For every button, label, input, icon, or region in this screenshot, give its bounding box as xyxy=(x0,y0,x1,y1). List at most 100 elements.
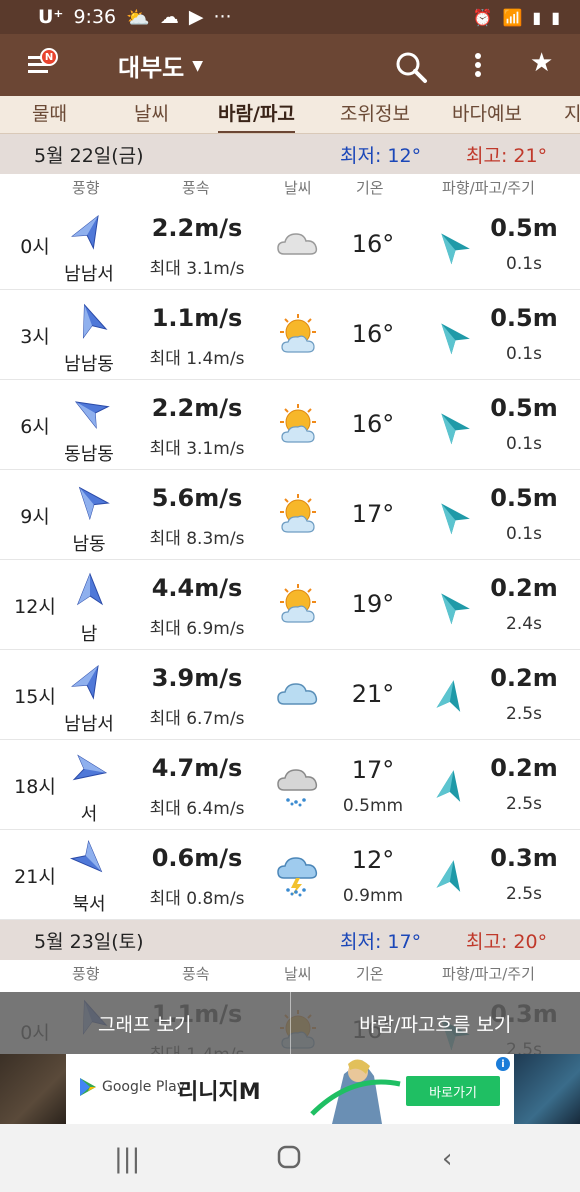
forecast-row[interactable]: 21시 북서 0.6m/s 최대 0.8m/s 12° 0.9mm 0.3m 2.5s xyxy=(0,830,580,920)
temperature: 19° xyxy=(351,590,395,618)
day-date: 5월 22일(금) xyxy=(34,144,144,167)
col-weather: 날씨 xyxy=(284,179,312,197)
wind-gust: 최대 1.4m/s xyxy=(149,349,245,369)
ad-cta-button[interactable]: 바로가기 xyxy=(406,1076,500,1106)
min-temp: 최저: 17° xyxy=(340,930,422,953)
wave-height: 0.2m xyxy=(490,664,558,692)
forecast-time: 12시 xyxy=(14,596,56,618)
forecast-time: 9시 xyxy=(20,506,50,528)
wind-wave-flow-button[interactable]: 바람/파고흐름 보기 xyxy=(291,992,580,1054)
wind-direction-label: 남남동 xyxy=(64,354,114,375)
forecast-row[interactable]: 0시 남남서 2.2m/s 최대 3.1m/s 16° 0.5m 0.1s xyxy=(0,200,580,290)
graph-view-button[interactable]: 그래프 보기 xyxy=(0,992,290,1054)
temperature: 21° xyxy=(351,680,395,708)
ad-info-icon[interactable]: i xyxy=(496,1057,510,1071)
min-temp: 최저: 12° xyxy=(340,144,422,167)
wind-direction-arrow-icon xyxy=(72,572,108,608)
game-character-image xyxy=(310,1059,401,1124)
temperature: 17° xyxy=(351,500,395,528)
alarm-icon: ⏰ xyxy=(472,7,493,27)
sun-cloud-weather-icon xyxy=(274,582,324,624)
forecast-row[interactable]: 18시 서 4.7m/s 최대 6.4m/s 17° 0.5mm 0.2m 2.5s xyxy=(0,740,580,830)
signal-icon: ▮ xyxy=(532,7,542,27)
menu-icon[interactable]: N xyxy=(26,48,58,82)
star-icon[interactable]: ★ xyxy=(530,48,553,78)
cloud-blue-weather-icon xyxy=(274,672,324,714)
wind-gust: 최대 3.1m/s xyxy=(149,439,245,459)
search-icon[interactable] xyxy=(394,50,428,91)
wave-period: 2.5s xyxy=(506,884,542,904)
wind-direction-arrow-icon xyxy=(72,392,110,429)
chevron-down-icon: ▼ xyxy=(192,57,204,74)
tab-bar: 물때 날씨 바람/파고 조위정보 바다예보 지 xyxy=(0,96,580,134)
ad-card: Google Play 리니지M 바로가기 i xyxy=(66,1054,514,1124)
wind-direction-label: 서 xyxy=(80,804,98,825)
sun-cloud-weather-icon xyxy=(274,402,324,444)
store-name: Google Play xyxy=(102,1079,186,1095)
wind-speed: 0.6m/s xyxy=(151,844,243,872)
sun-cloud-weather-icon xyxy=(274,312,324,354)
ad-background-right xyxy=(514,1054,580,1124)
max-temp: 최고: 20° xyxy=(466,930,548,953)
wave-direction-arrow-icon xyxy=(436,858,466,892)
ad-banner[interactable]: Google Play 리니지M 바로가기 i xyxy=(0,1054,580,1124)
col-direction: 풍향 xyxy=(72,965,100,983)
forecast-time: 18시 xyxy=(14,776,56,798)
tab-wind-wave[interactable]: 바람/파고 xyxy=(218,96,295,133)
bottom-action-bar: 그래프 보기 바람/파고흐름 보기 xyxy=(0,992,580,1054)
wind-direction-label: 북서 xyxy=(72,894,106,915)
temperature: 12° xyxy=(351,846,395,874)
wave-height: 0.3m xyxy=(490,844,558,872)
recents-icon[interactable]: ||| xyxy=(114,1144,140,1174)
more-icon[interactable] xyxy=(468,50,488,87)
wave-direction-arrow-icon xyxy=(436,498,470,535)
forecast-time: 3시 xyxy=(20,326,50,348)
wind-direction-arrow-icon xyxy=(72,482,110,521)
forecast-row[interactable]: 12시 남 4.4m/s 최대 6.9m/s 19° 0.2m 2.4s xyxy=(0,560,580,650)
wave-direction-arrow-icon xyxy=(436,768,466,802)
tab-more[interactable]: 지 xyxy=(564,96,580,133)
col-temp: 기온 xyxy=(356,965,384,983)
forecast-row[interactable]: 3시 남남동 1.1m/s 최대 1.4m/s 16° 0.5m 0.1s xyxy=(0,290,580,380)
tab-weather[interactable]: 날씨 xyxy=(134,96,169,133)
wind-speed: 4.4m/s xyxy=(151,574,243,602)
wave-height: 0.2m xyxy=(490,754,558,782)
tab-sea-forecast[interactable]: 바다예보 xyxy=(452,96,522,133)
tab-tide-info[interactable]: 조위정보 xyxy=(340,96,410,133)
location-selector[interactable]: 대부도 ▼ xyxy=(118,48,203,83)
cloud-weather-icon xyxy=(274,222,324,264)
app-bar: N 대부도 ▼ ★ xyxy=(0,34,580,96)
wave-direction-arrow-icon xyxy=(436,678,466,712)
wind-direction-label: 남남서 xyxy=(64,264,114,285)
notification-badge: N xyxy=(40,48,58,66)
tab-tide[interactable]: 물때 xyxy=(32,96,67,133)
location-name: 대부도 xyxy=(118,54,185,82)
home-icon[interactable] xyxy=(276,1144,302,1177)
day-date: 5월 23일(토) xyxy=(34,930,144,953)
wind-gust: 최대 3.1m/s xyxy=(149,259,245,279)
wave-direction-arrow-icon xyxy=(436,228,470,265)
forecast-row[interactable]: 15시 남남서 3.9m/s 최대 6.7m/s 21° 0.2m 2.5s xyxy=(0,650,580,740)
wifi-icon: 📶 xyxy=(502,7,523,27)
forecast-row[interactable]: 9시 남동 5.6m/s 최대 8.3m/s 17° 0.5m 0.1s xyxy=(0,470,580,560)
wave-direction-arrow-icon xyxy=(436,588,470,625)
ad-background-left xyxy=(0,1054,66,1124)
weather-status-icon: ⛅ xyxy=(126,6,150,29)
clock: 9:36 xyxy=(73,6,117,28)
col-weather: 날씨 xyxy=(284,965,312,983)
wave-direction-arrow-icon xyxy=(436,318,470,355)
precipitation: 0.9mm xyxy=(342,886,404,906)
cloud-status-icon: ☁ xyxy=(159,6,179,28)
sun-cloud-weather-icon xyxy=(274,492,324,534)
google-play-icon xyxy=(80,1078,96,1096)
wind-speed: 2.2m/s xyxy=(151,394,243,422)
back-icon[interactable]: ‹ xyxy=(442,1144,452,1174)
storm-weather-icon xyxy=(274,852,324,897)
forecast-row[interactable]: 6시 동남동 2.2m/s 최대 3.1m/s 16° 0.5m 0.1s xyxy=(0,380,580,470)
wave-period: 0.1s xyxy=(506,524,542,544)
google-play-badge: Google Play xyxy=(80,1078,185,1096)
forecast-time: 6시 xyxy=(20,416,50,438)
status-bar: U⁺ 9:36 ⛅ ☁ ▶ ··· ⏰ 📶 ▮ ▮ xyxy=(0,0,580,34)
wind-speed: 3.9m/s xyxy=(151,664,243,692)
temperature: 16° xyxy=(351,230,395,258)
